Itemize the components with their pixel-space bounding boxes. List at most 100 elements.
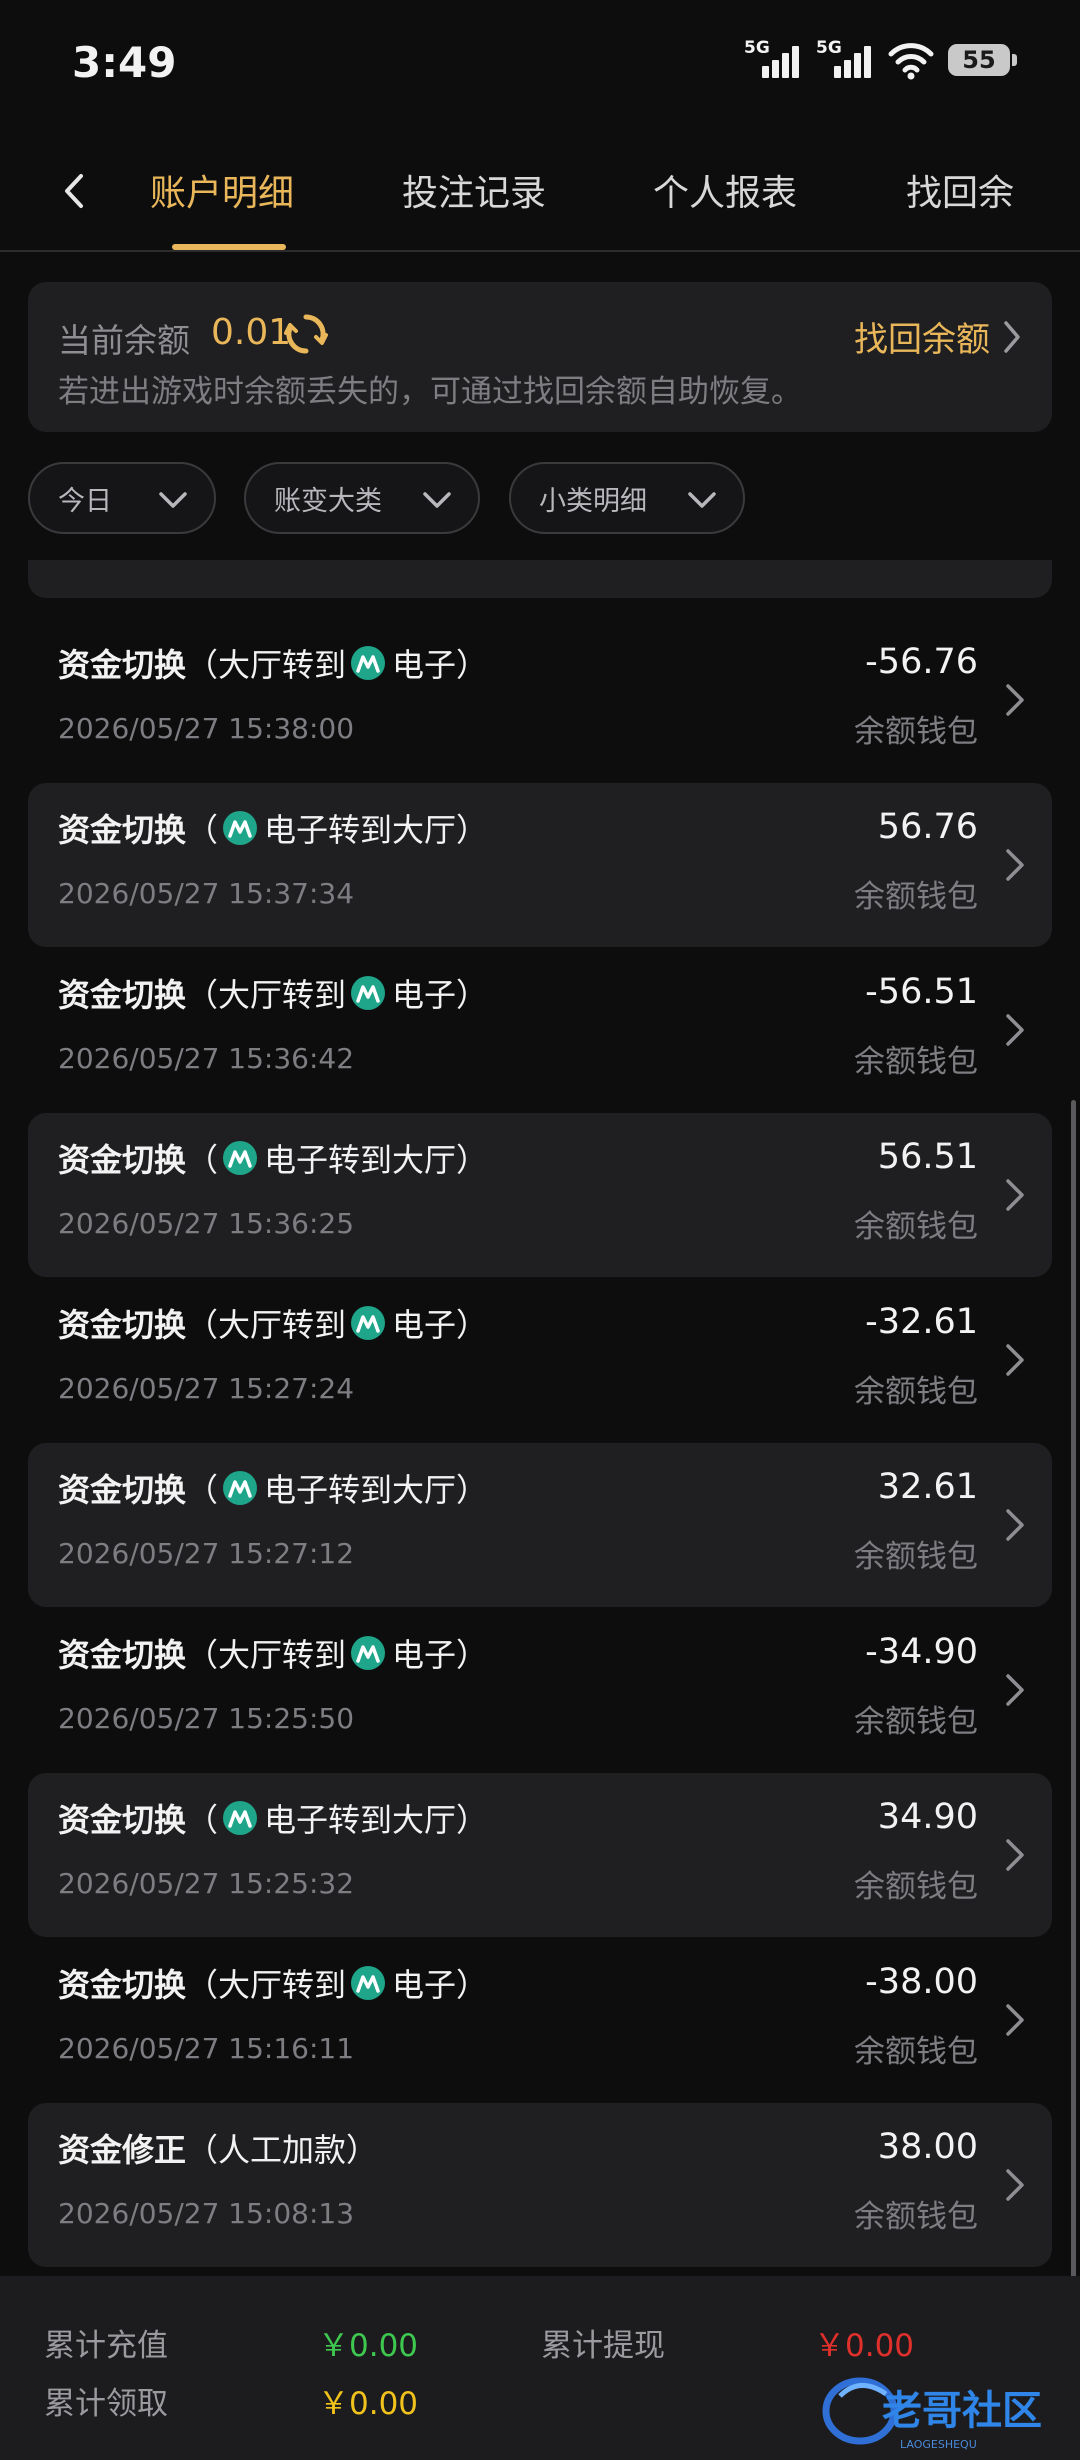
chevron-right-icon — [1006, 2169, 1024, 2201]
refresh-icon[interactable] — [284, 312, 328, 356]
filter-category-label: 账变大类 — [274, 485, 382, 517]
list-item-partial — [28, 560, 1052, 598]
total-recharge-value: ￥0.00 — [318, 2328, 419, 2364]
chevron-right-icon — [1006, 1674, 1024, 1706]
chevron-right-icon — [1006, 1509, 1024, 1541]
transaction-wallet: 余额钱包 — [854, 2199, 978, 2235]
transaction-amount: -56.76 — [865, 642, 978, 682]
status-icons: 5G 5G 55 — [744, 38, 1017, 82]
svg-text:LAOGESHEQU: LAOGESHEQU — [900, 2438, 977, 2451]
status-time: 3:49 — [72, 38, 177, 87]
transaction-amount: 56.51 — [877, 1137, 978, 1177]
transaction-date: 2026/05/27 15:36:25 — [58, 1207, 355, 1240]
transaction-type: 资金切换 — [58, 1801, 187, 1839]
tab-account-details[interactable]: 账户明细 — [150, 164, 294, 216]
transaction-row[interactable]: 资金切换（ 电子转到大厅） 2026/05/27 15:25:32 34.90 余额钱包 — [28, 1773, 1052, 1937]
transaction-title: 资金切换（大厅转到 电子） — [58, 1300, 488, 1346]
transaction-open-paren: （ — [186, 1471, 219, 1509]
transaction-row[interactable]: 资金切换（大厅转到 电子） 2026/05/27 15:38:00 -56.76 余额钱… — [28, 618, 1052, 782]
transaction-wallet: 余额钱包 — [854, 1539, 978, 1575]
transaction-date: 2026/05/27 15:36:42 — [58, 1042, 355, 1075]
transaction-row[interactable]: 资金切换（大厅转到 电子） 2026/05/27 15:25:50 -34.90 余额钱… — [28, 1608, 1052, 1772]
transaction-wallet: 余额钱包 — [854, 2034, 978, 2070]
transaction-amount: -34.90 — [865, 1632, 978, 1672]
transaction-wallet: 余额钱包 — [854, 879, 978, 915]
balance-label: 当前余额 — [58, 321, 190, 360]
chevron-right-icon — [1006, 2004, 1024, 2036]
transaction-type: 资金切换 — [58, 1306, 187, 1344]
summary-footer: 累计充值 ￥0.00 累计提现 ￥0.00 累计领取 ￥0.00 老哥社区 LA… — [0, 2276, 1080, 2460]
recover-balance-link[interactable]: 找回余额 — [854, 312, 1022, 361]
transaction-row[interactable]: 资金切换（大厅转到 电子） 2026/05/27 15:16:11 -38.00 余额钱… — [28, 1938, 1052, 2102]
transaction-wallet: 余额钱包 — [854, 714, 978, 750]
game-logo-icon — [223, 1471, 258, 1505]
game-logo-icon — [223, 1141, 258, 1175]
transaction-row[interactable]: 资金切换（ 电子转到大厅） 2026/05/27 15:36:25 56.51 余额钱包 — [28, 1113, 1052, 1277]
chevron-right-icon — [1004, 320, 1020, 353]
total-withdraw-label: 累计提现 — [541, 2328, 665, 2364]
transaction-date: 2026/05/27 15:37:34 — [58, 877, 355, 910]
transaction-detail: 电子转到大厅） — [264, 1471, 489, 1509]
transaction-title: 资金切换（ 电子转到大厅） — [58, 1135, 488, 1181]
chevron-right-icon — [1006, 1179, 1024, 1211]
chevron-down-icon — [159, 492, 187, 508]
scrollbar[interactable] — [1071, 1100, 1076, 2280]
transaction-detail: 大厅转到 — [218, 976, 347, 1014]
transaction-type: 资金切换 — [58, 1141, 187, 1179]
transaction-amount: -56.51 — [865, 972, 978, 1012]
chevron-right-icon — [1006, 1014, 1024, 1046]
transaction-date: 2026/05/27 15:27:24 — [58, 1372, 355, 1405]
back-arrow-icon[interactable] — [55, 166, 95, 216]
total-recharge-label: 累计充值 — [44, 2328, 168, 2364]
transaction-wallet: 余额钱包 — [854, 1044, 978, 1080]
transaction-detail-end: 电子） — [392, 976, 489, 1014]
transaction-row[interactable]: 资金修正（人工加款） 2026/05/27 15:08:13 38.00 余额钱包 — [28, 2103, 1052, 2267]
transaction-date: 2026/05/27 15:08:13 — [58, 2197, 355, 2230]
network-type-label: 5G — [744, 38, 770, 58]
transaction-title: 资金切换（大厅转到 电子） — [58, 970, 488, 1016]
transaction-title: 资金切换（ 电子转到大厅） — [58, 1795, 488, 1841]
total-claim-value: ￥0.00 — [318, 2386, 419, 2422]
game-logo-icon — [351, 646, 386, 680]
balance-card: 当前余额 0.01 找回余额 若进出游戏时余额丢失的，可通过找回余额自助恢复。 — [28, 282, 1052, 432]
transaction-title: 资金切换（大厅转到 电子） — [58, 640, 488, 686]
total-claim-label: 累计领取 — [44, 2386, 168, 2422]
transaction-row[interactable]: 资金切换（大厅转到 电子） 2026/05/27 15:36:42 -56.51 余额钱… — [28, 948, 1052, 1112]
transaction-open-paren: （ — [186, 1966, 219, 2004]
game-logo-icon — [351, 1306, 386, 1340]
chevron-down-icon — [423, 492, 451, 508]
transaction-row[interactable]: 资金切换（大厅转到 电子） 2026/05/27 15:27:24 -32.61 余额钱… — [28, 1278, 1052, 1442]
transaction-detail: 大厅转到 — [218, 1966, 347, 2004]
game-logo-icon — [351, 1636, 386, 1670]
chevron-right-icon — [1006, 1839, 1024, 1871]
tab-bet-records[interactable]: 投注记录 — [402, 164, 546, 216]
filter-date[interactable]: 今日 — [28, 462, 216, 534]
transaction-title: 资金切换（大厅转到 电子） — [58, 1960, 488, 2006]
transaction-date: 2026/05/27 15:16:11 — [58, 2032, 355, 2065]
transaction-detail-end: 电子） — [392, 646, 489, 684]
transaction-open-paren: （ — [186, 811, 219, 849]
filter-subcategory-label: 小类明细 — [539, 485, 647, 517]
transaction-date: 2026/05/27 15:25:50 — [58, 1702, 355, 1735]
active-tab-indicator — [172, 244, 286, 250]
chevron-down-icon — [688, 492, 716, 508]
transaction-type: 资金切换 — [58, 1636, 187, 1674]
transaction-amount: 34.90 — [877, 1797, 978, 1837]
transaction-amount: 56.76 — [877, 807, 978, 847]
game-logo-icon — [351, 976, 386, 1010]
wifi-icon — [888, 43, 934, 80]
account-details-page: 3:49 5G 5G 55 账户明细 投注记录 个人报表 找回余 当前余额 0.… — [0, 0, 1080, 2460]
transaction-row[interactable]: 资金切换（ 电子转到大厅） 2026/05/27 15:27:12 32.61 余额钱包 — [28, 1443, 1052, 1607]
transaction-amount: -32.61 — [865, 1302, 978, 1342]
transaction-open-paren: （ — [186, 976, 219, 1014]
tab-recover-balance[interactable]: 找回余 — [906, 164, 1014, 216]
transaction-type: 资金修正 — [58, 2131, 187, 2169]
filter-subcategory[interactable]: 小类明细 — [509, 462, 745, 534]
transaction-detail: 大厅转到 — [218, 646, 347, 684]
transaction-row[interactable]: 资金切换（ 电子转到大厅） 2026/05/27 15:37:34 56.76 余额钱包 — [28, 783, 1052, 947]
tab-personal-report[interactable]: 个人报表 — [653, 164, 797, 216]
transaction-detail-end: 电子） — [392, 1636, 489, 1674]
filter-category[interactable]: 账变大类 — [244, 462, 480, 534]
transaction-wallet: 余额钱包 — [854, 1704, 978, 1740]
transaction-type: 资金切换 — [58, 811, 187, 849]
